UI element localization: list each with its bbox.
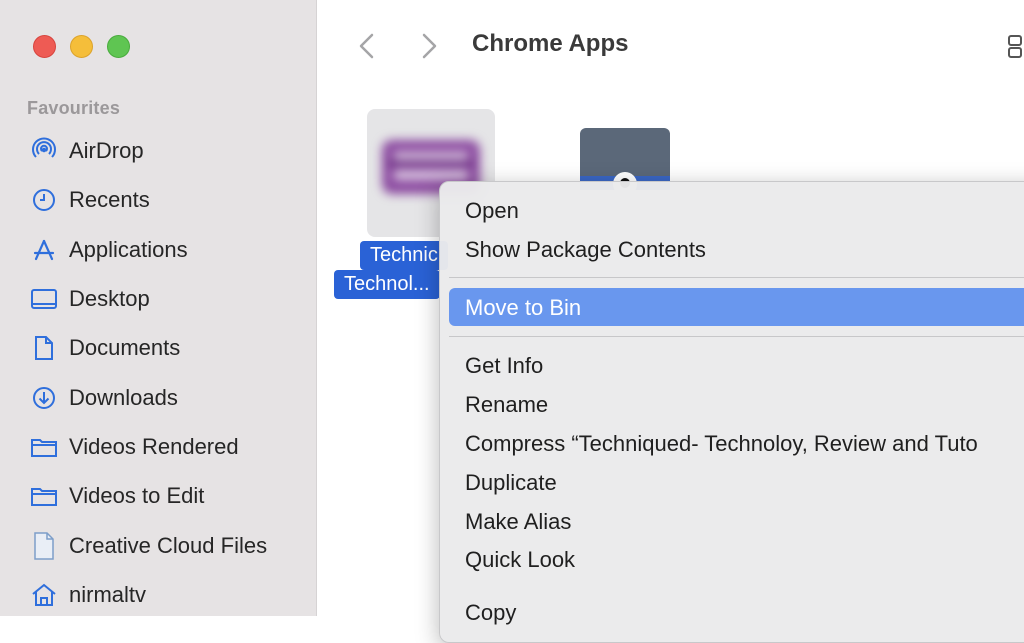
menu-item-rename[interactable]: Rename bbox=[465, 392, 548, 418]
window-title: Chrome Apps bbox=[472, 30, 629, 57]
sidebar-item-label: Applications bbox=[69, 237, 188, 262]
close-window-button[interactable] bbox=[33, 35, 56, 58]
favourites-heading: Favourites bbox=[27, 98, 121, 118]
sidebar-item-home[interactable]: nirmaltv bbox=[0, 575, 316, 615]
menu-separator bbox=[449, 277, 1024, 278]
forward-arrow-icon[interactable] bbox=[414, 30, 444, 62]
airdrop-icon bbox=[30, 137, 58, 165]
menu-item-copy[interactable]: Copy bbox=[465, 600, 516, 626]
sidebar-item-label: Recents bbox=[69, 187, 150, 212]
sidebar-item-label: Desktop bbox=[69, 286, 150, 311]
menu-item-get-info[interactable]: Get Info bbox=[465, 353, 543, 379]
sidebar-item-label: AirDrop bbox=[69, 138, 144, 163]
zoom-window-button[interactable] bbox=[107, 35, 130, 58]
selected-file-label[interactable]: Technic bbox=[360, 241, 448, 270]
sidebar-item-recents[interactable]: Recents bbox=[0, 180, 316, 220]
sidebar-item-downloads[interactable]: Downloads bbox=[0, 378, 316, 418]
sidebar-item-creative-cloud-files[interactable]: Creative Cloud Files bbox=[0, 526, 316, 566]
sidebar-item-label: Creative Cloud Files bbox=[69, 533, 268, 558]
home-icon bbox=[30, 581, 58, 609]
menu-item-compress[interactable]: Compress “Techniqued- Technoloy, Review … bbox=[465, 431, 978, 457]
sidebar-item-videos-to-edit[interactable]: Videos to Edit bbox=[0, 476, 316, 516]
menu-item-show-package-contents[interactable]: Show Package Contents bbox=[465, 237, 706, 263]
sidebar-item-applications[interactable]: Applications bbox=[0, 230, 316, 270]
menu-item-quick-look[interactable]: Quick Look bbox=[465, 547, 575, 573]
window-controls bbox=[33, 35, 130, 58]
clock-icon bbox=[30, 186, 58, 214]
sidebar-item-label: Videos to Edit bbox=[69, 483, 205, 508]
menu-separator bbox=[449, 336, 1024, 337]
document-icon bbox=[30, 334, 58, 362]
sidebar-item-label: Documents bbox=[69, 335, 181, 360]
minimize-window-button[interactable] bbox=[70, 35, 93, 58]
grid-view-icon[interactable] bbox=[1006, 32, 1024, 60]
file-icon bbox=[30, 532, 58, 560]
sidebar-item-documents[interactable]: Documents bbox=[0, 328, 316, 368]
menu-item-make-alias[interactable]: Make Alias bbox=[465, 509, 571, 535]
sidebar-item-label: Videos Rendered bbox=[69, 434, 239, 459]
sidebar-item-videos-rendered[interactable]: Videos Rendered bbox=[0, 427, 316, 467]
sidebar-item-label: nirmaltv bbox=[69, 582, 147, 607]
menu-item-open[interactable]: Open bbox=[465, 198, 519, 224]
sidebar-item-airdrop[interactable]: AirDrop bbox=[0, 131, 316, 171]
menu-item-move-to-bin[interactable]: Move to Bin bbox=[465, 295, 581, 321]
sidebar: Favourites AirDrop Recents Applications bbox=[0, 0, 317, 616]
applications-icon bbox=[30, 236, 58, 264]
folder-icon bbox=[30, 433, 58, 461]
folder-icon bbox=[30, 482, 58, 510]
download-icon bbox=[30, 384, 58, 412]
sidebar-item-desktop[interactable]: Desktop bbox=[0, 279, 316, 319]
desktop-icon bbox=[30, 285, 58, 313]
back-arrow-icon[interactable] bbox=[352, 30, 382, 62]
sidebar-item-label: Downloads bbox=[69, 385, 178, 410]
menu-item-duplicate[interactable]: Duplicate bbox=[465, 470, 557, 496]
selected-file-label[interactable]: Technol... bbox=[334, 270, 440, 299]
